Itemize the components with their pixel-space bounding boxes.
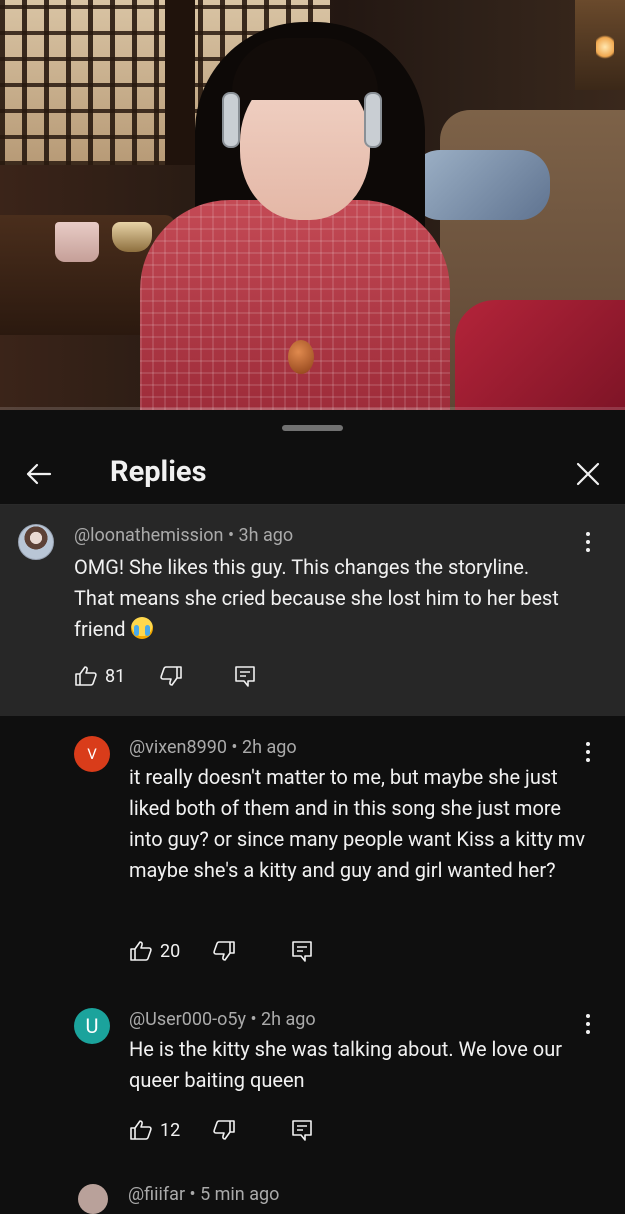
like-count: 81	[105, 665, 126, 687]
video-subject-headphone-right	[364, 92, 382, 148]
video-scene-blanket	[455, 300, 625, 410]
dislike-button[interactable]	[212, 1115, 236, 1145]
parent-comment: @loonathemission • 3h ago OMG! She likes…	[0, 505, 625, 716]
reply-button[interactable]	[233, 661, 257, 691]
avatar-letter: U	[85, 1014, 99, 1038]
panel-header: Replies	[0, 440, 625, 504]
video-scene-lamp	[596, 34, 614, 60]
video-scene-bowl	[112, 222, 152, 252]
thumb-up-icon	[130, 941, 152, 961]
video-scene-cup	[55, 222, 99, 262]
thumb-up-icon	[130, 1120, 152, 1140]
crying-face-emoji-icon	[130, 617, 153, 639]
comment-time: 2h ago	[261, 1009, 316, 1030]
reply-meta: @vixen8990 • 2h ago	[129, 737, 297, 758]
panel-title: Replies	[110, 455, 207, 489]
reply-button[interactable]	[290, 936, 314, 966]
like-count: 20	[160, 940, 181, 962]
comment-time: 2h ago	[241, 737, 297, 758]
comment-time: 3h ago	[238, 525, 294, 546]
back-button[interactable]	[16, 452, 60, 496]
next-reply-meta: @fiiifar • 5 min ago	[128, 1184, 280, 1205]
comment-author[interactable]: @User000-o5y	[129, 1009, 246, 1030]
like-button[interactable]: 20	[129, 936, 180, 966]
parent-comment-text-block: OMG! She likes this guy. This changes th…	[74, 552, 574, 645]
thumb-down-icon	[213, 1120, 236, 1140]
more-vert-icon[interactable]	[576, 525, 600, 559]
close-icon	[576, 462, 600, 486]
reply-meta: @User000-o5y • 2h ago	[129, 1009, 316, 1030]
reply-icon	[292, 1120, 313, 1141]
like-button[interactable]: 81	[74, 661, 125, 691]
reply-avatar[interactable]: U	[74, 1008, 110, 1044]
like-button[interactable]: 12	[129, 1115, 180, 1145]
video-subject-pendant	[288, 340, 314, 374]
video-subject-shirt	[140, 200, 450, 410]
avatar-letter: V	[87, 745, 97, 763]
dislike-button[interactable]	[212, 936, 236, 966]
video-scene-cloth	[410, 150, 550, 220]
back-arrow-icon	[26, 463, 52, 485]
thumb-down-icon	[160, 666, 183, 686]
comment-author[interactable]: @fiiifar	[128, 1184, 185, 1205]
drag-handle[interactable]	[282, 425, 343, 431]
parent-comment-meta: @loonathemission • 3h ago	[74, 525, 294, 546]
replies-panel: Replies @loonathemission • 3h ago OMG! S…	[0, 410, 625, 1214]
comment-author[interactable]: @loonathemission	[74, 525, 223, 546]
reply-button[interactable]	[290, 1115, 314, 1145]
like-count: 12	[160, 1119, 181, 1141]
thumb-up-icon	[75, 666, 97, 686]
reply-avatar[interactable]: V	[74, 736, 110, 772]
reply-action-bar: 20	[129, 936, 314, 966]
comment-text: He is the kitty she was talking about. W…	[129, 1037, 563, 1092]
comment-text: it really doesn't matter to me, but mayb…	[129, 765, 586, 882]
comment-author[interactable]: @vixen8990	[129, 737, 227, 758]
reply-icon	[292, 941, 313, 962]
comment-time: 5 min ago	[200, 1184, 280, 1205]
parent-comment-avatar[interactable]	[18, 524, 54, 560]
reply-icon	[235, 666, 256, 687]
video-player[interactable]	[0, 0, 625, 410]
parent-comment-action-bar: 81	[74, 661, 257, 691]
thumb-down-icon	[213, 941, 236, 961]
close-button[interactable]	[566, 452, 610, 496]
video-scene-window-frame	[165, 0, 195, 165]
video-subject-headphone-left	[222, 92, 240, 148]
dislike-button[interactable]	[159, 661, 183, 691]
next-reply-avatar[interactable]	[78, 1184, 108, 1214]
reply-action-bar: 12	[129, 1115, 314, 1145]
